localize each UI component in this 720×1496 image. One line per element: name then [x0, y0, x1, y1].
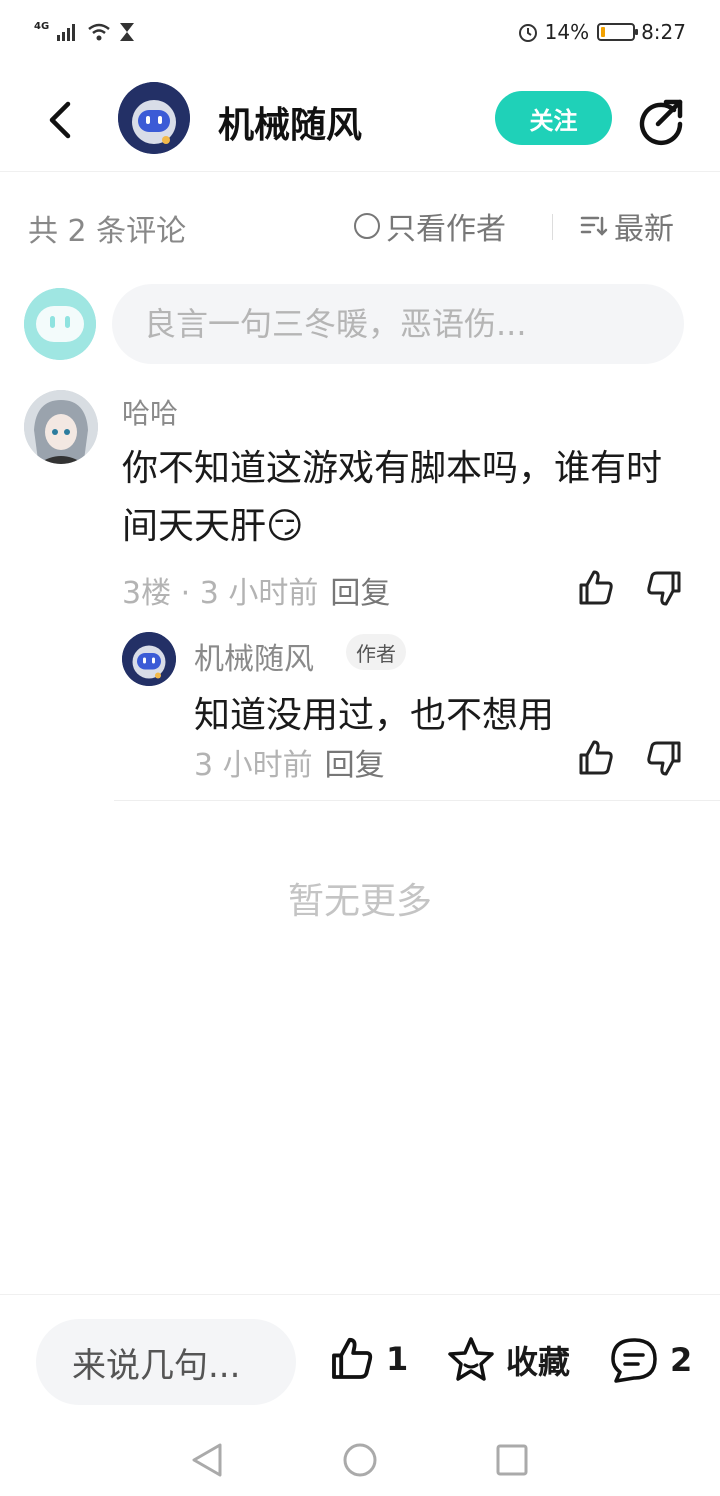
dislike-button[interactable]: [644, 568, 684, 608]
share-icon: [639, 99, 683, 146]
reply-text: 知道没用过，也不想用: [194, 695, 555, 736]
anime-avatar-icon: [24, 390, 98, 464]
status-bar: 4G 14% 8:27: [0, 0, 720, 64]
back-icon: [49, 101, 71, 139]
nav-back-button[interactable]: [188, 1440, 228, 1480]
favorite-button[interactable]: 收藏: [446, 1335, 570, 1385]
no-more-label: 暂无更多: [287, 881, 432, 922]
nav-back-icon: [192, 1443, 222, 1477]
filter-bar: 共 2 条评论 只看作者 最新: [0, 196, 720, 260]
like-icon: [579, 570, 613, 605]
follow-button[interactable]: 关注: [495, 91, 612, 145]
say-something-button[interactable]: 来说几句...: [36, 1319, 296, 1405]
system-nav-bar: [0, 1422, 720, 1496]
signal-icon: [57, 24, 76, 41]
comment-button[interactable]: 2: [608, 1335, 692, 1385]
divider: [552, 214, 553, 240]
clock: 8:27: [641, 20, 686, 44]
comment-input[interactable]: [112, 284, 684, 364]
my-avatar: [24, 288, 96, 360]
comment-count-badge: 2: [670, 1341, 693, 1379]
comment-count: 共 2 条评论: [28, 214, 187, 249]
dislike-icon: [647, 741, 681, 776]
battery-percent: 14%: [544, 20, 590, 44]
battery-icon: [597, 23, 639, 41]
replier-avatar[interactable]: [122, 632, 176, 686]
reply-meta: 3 小时前 回复: [194, 740, 385, 784]
radio-icon: [354, 213, 380, 239]
like-icon: [579, 740, 613, 775]
like-count: 1: [386, 1340, 409, 1378]
divider: [114, 800, 720, 801]
replier-name[interactable]: 机械随风: [194, 634, 314, 678]
sort-label: 最新: [614, 212, 674, 247]
status-right: 14% 8:27: [517, 20, 686, 44]
nav-recent-button[interactable]: [492, 1440, 532, 1480]
dislike-icon: [647, 571, 681, 606]
nav-home-button[interactable]: [340, 1440, 380, 1480]
alarm-icon: [518, 24, 537, 42]
like-icon: [332, 1337, 373, 1379]
star-icon: [448, 1337, 494, 1381]
header: 机械随风 关注: [0, 72, 720, 172]
share-button[interactable]: [636, 96, 686, 146]
comment-icon: [611, 1338, 657, 1383]
robot-avatar-icon: [118, 82, 190, 154]
back-button[interactable]: [38, 98, 82, 142]
nav-home-icon: [343, 1443, 377, 1477]
reply-button[interactable]: 回复: [330, 576, 390, 611]
author-only-label: 只看作者: [386, 212, 506, 247]
nav-recent-icon: [496, 1444, 528, 1476]
bottom-action-bar: 来说几句... 1 收藏 2: [0, 1294, 720, 1416]
commenter-avatar[interactable]: [24, 390, 98, 464]
network-type: 4G: [34, 20, 50, 32]
reply-time: 3 小时前: [194, 748, 313, 783]
sort-button[interactable]: 最新: [580, 204, 674, 248]
like-post-button[interactable]: 1: [328, 1335, 408, 1383]
commenter-name[interactable]: 哈哈: [122, 392, 178, 432]
sort-icon: [580, 216, 608, 236]
comment-floor-time: 3楼 · 3 小时前: [122, 576, 319, 611]
reply-button[interactable]: 回复: [325, 748, 385, 783]
comment-text: 你不知道这游戏有脚本吗，谁有时间天天肝😏: [122, 448, 663, 547]
page-title: 机械随风: [218, 105, 363, 146]
like-button[interactable]: [576, 738, 616, 778]
author-badge: 作者: [346, 634, 406, 670]
wifi-icon: [88, 23, 110, 41]
dislike-button[interactable]: [644, 738, 684, 778]
comment-meta: 3楼 · 3 小时前 回复: [122, 568, 390, 612]
battery-fill: [601, 27, 606, 37]
like-button[interactable]: [576, 568, 616, 608]
robot-avatar-icon: [122, 632, 176, 686]
default-avatar-icon: [24, 288, 96, 360]
status-left: 4G: [34, 20, 135, 42]
author-avatar[interactable]: [118, 82, 190, 154]
author-only-toggle[interactable]: 只看作者: [354, 204, 506, 248]
hourglass-icon: [120, 23, 135, 41]
favorite-label: 收藏: [506, 1343, 571, 1381]
comment-input-row: [0, 284, 720, 368]
